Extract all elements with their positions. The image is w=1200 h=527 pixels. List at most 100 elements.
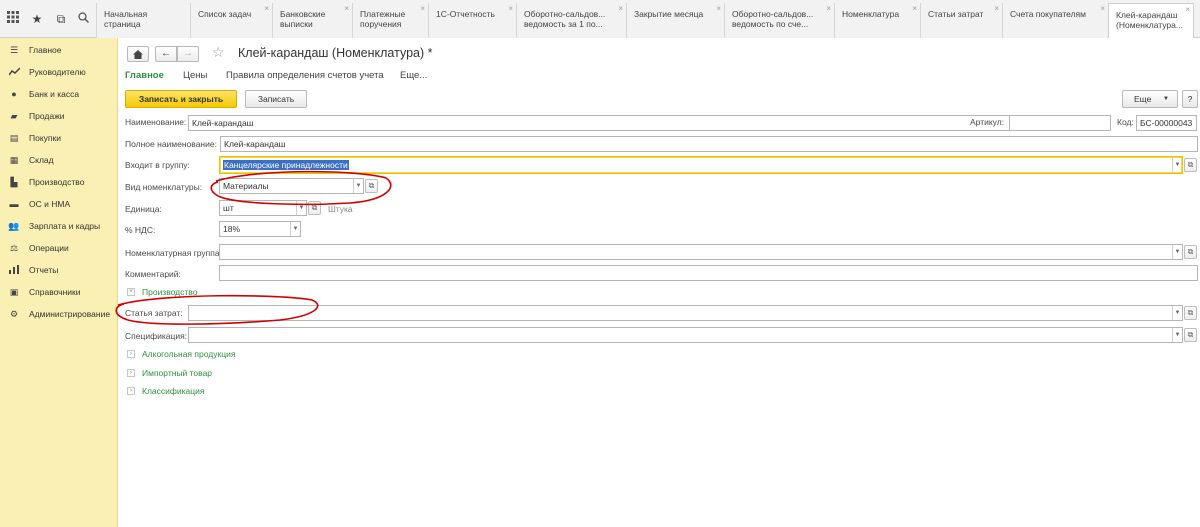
- tab-prices[interactable]: Цены: [183, 70, 207, 81]
- cost-item-input[interactable]: ▼: [188, 305, 1183, 321]
- code-label: Код:: [1117, 117, 1134, 127]
- close-icon[interactable]: ×: [716, 4, 721, 14]
- sidebar-item-bank[interactable]: ● Банк и касса: [0, 85, 118, 103]
- sidebar-item-label: Зарплата и кадры: [29, 221, 101, 231]
- section-classification[interactable]: › Классификация: [127, 386, 204, 396]
- tab-task-list[interactable]: Список задач ×: [190, 3, 272, 38]
- chevron-down-icon[interactable]: ▼: [1172, 306, 1182, 320]
- close-icon[interactable]: ×: [618, 4, 623, 14]
- more-actions-button[interactable]: Еще ▼: [1122, 90, 1178, 108]
- article-label: Артикул:: [970, 117, 1005, 127]
- history-icon[interactable]: ⧉: [52, 10, 70, 28]
- section-production-label: Производство: [142, 287, 198, 297]
- section-alcohol[interactable]: › Алкогольная продукция: [127, 349, 235, 359]
- favorite-star-icon[interactable]: ☆: [212, 44, 225, 61]
- open-icon[interactable]: ⧉: [1184, 245, 1197, 259]
- chevron-down-icon[interactable]: ▼: [296, 201, 306, 215]
- sidebar-item-operations[interactable]: ⚖ Операции: [0, 239, 118, 257]
- close-icon[interactable]: ×: [264, 4, 269, 14]
- spec-input[interactable]: ▼: [188, 327, 1183, 343]
- open-icon[interactable]: ⧉: [1184, 306, 1197, 320]
- sidebar-item-salary[interactable]: 👥 Зарплата и кадры: [0, 217, 118, 235]
- back-button[interactable]: ←: [155, 46, 177, 62]
- tab-payment-orders[interactable]: Платежные поручения ×: [352, 3, 428, 38]
- tab-month-closing[interactable]: Закрытие месяца ×: [626, 3, 724, 38]
- tab-bar: ★ ⧉ Начальная страница Список задач × Бан…: [0, 0, 1200, 39]
- page-title: Клей-карандаш (Номенклатура) *: [238, 46, 433, 60]
- forward-button[interactable]: →: [177, 46, 199, 62]
- close-icon[interactable]: ×: [826, 4, 831, 14]
- comment-input[interactable]: [219, 265, 1198, 281]
- truck-icon: ▬: [9, 199, 19, 209]
- chevron-down-icon[interactable]: ▼: [1172, 245, 1182, 259]
- sidebar-item-admin[interactable]: ⚙ Администрирование: [0, 305, 118, 323]
- tab-glue-stick[interactable]: Клей-карандаш (Номенклатура... ×: [1108, 3, 1194, 39]
- tab-turnover-sheet-1[interactable]: Оборотно-сальдов... ведомость за 1 по...…: [516, 3, 626, 38]
- save-and-close-button[interactable]: Записать и закрыть: [125, 90, 237, 108]
- sidebar-item-purchases[interactable]: ▤ Покупки: [0, 129, 118, 147]
- unit-input[interactable]: шт ▼: [219, 200, 307, 216]
- tab-account-rules[interactable]: Правила определения счетов учета: [226, 70, 384, 81]
- sidebar-item-fixed-assets[interactable]: ▬ ОС и НМА: [0, 195, 118, 213]
- tab-main[interactable]: Главное: [125, 70, 164, 81]
- close-icon[interactable]: ×: [508, 4, 513, 14]
- sidebar-item-catalogs[interactable]: ▣ Справочники: [0, 283, 118, 301]
- help-button[interactable]: ?: [1182, 90, 1198, 108]
- tab-1c-reporting[interactable]: 1С-Отчетность ×: [428, 3, 516, 38]
- apps-grid-icon[interactable]: [4, 10, 22, 28]
- sidebar-item-main[interactable]: ☰ Главное: [0, 41, 118, 59]
- favorites-star-icon[interactable]: ★: [28, 10, 46, 28]
- section-production[interactable]: ˅ Производство: [127, 287, 197, 297]
- sidebar-item-sales[interactable]: ▰ Продажи: [0, 107, 118, 125]
- open-icon[interactable]: ⧉: [308, 201, 321, 215]
- sidebar-item-label: ОС и НМА: [29, 199, 71, 209]
- sidebar-item-manager[interactable]: Руководителю: [0, 63, 118, 81]
- tab-nomenclature[interactable]: Номенклатура ×: [834, 3, 920, 38]
- chevron-down-icon[interactable]: ▼: [1172, 328, 1182, 342]
- open-icon[interactable]: ⧉: [365, 179, 378, 193]
- tab-more[interactable]: Еще...: [400, 70, 427, 81]
- save-button[interactable]: Записать: [245, 90, 307, 108]
- fullname-input[interactable]: Клей-карандаш: [220, 136, 1198, 152]
- tab-turnover-sheet-2[interactable]: Оборотно-сальдов... ведомость по сче... ×: [724, 3, 834, 38]
- code-input[interactable]: БС-00000043: [1136, 115, 1197, 131]
- close-icon[interactable]: ×: [344, 4, 349, 14]
- section-import[interactable]: › Импортный товар: [127, 368, 212, 378]
- home-icon: [133, 50, 143, 59]
- close-icon[interactable]: ×: [420, 4, 425, 14]
- search-icon[interactable]: [74, 10, 92, 28]
- close-icon[interactable]: ×: [1185, 5, 1190, 15]
- people-icon: 👥: [8, 220, 20, 231]
- vat-input[interactable]: 18% ▼: [219, 221, 301, 237]
- gear-icon: ⚙: [9, 308, 19, 319]
- sidebar-item-production[interactable]: ▙ Производство: [0, 173, 118, 191]
- unit-label: Единица:: [125, 204, 162, 214]
- group-input[interactable]: Канцелярские принадлежности ▼: [219, 156, 1183, 174]
- article-input[interactable]: [1009, 115, 1111, 131]
- sidebar-item-reports[interactable]: Отчеты: [0, 261, 118, 279]
- bar-chart-icon: [7, 264, 21, 276]
- sidebar-item-warehouse[interactable]: ▦ Склад: [0, 151, 118, 169]
- type-value: Материалы: [223, 181, 269, 191]
- tab-home[interactable]: Начальная страница: [96, 3, 190, 38]
- book-icon: ▣: [9, 286, 19, 297]
- close-icon[interactable]: ×: [1100, 4, 1105, 14]
- open-icon[interactable]: ⧉: [1184, 328, 1197, 342]
- sidebar-item-label: Покупки: [29, 133, 61, 143]
- open-icon[interactable]: ⧉: [1184, 158, 1197, 172]
- close-icon[interactable]: ×: [994, 4, 999, 14]
- chevron-down-icon[interactable]: ▼: [290, 222, 300, 236]
- name-input[interactable]: Клей-карандаш: [188, 115, 1065, 131]
- nomgroup-input[interactable]: ▼: [219, 244, 1183, 260]
- chevron-down-icon[interactable]: ▼: [353, 179, 363, 193]
- chevron-down-icon[interactable]: ▼: [1172, 157, 1182, 173]
- arrow-left-icon: ←: [161, 48, 171, 59]
- close-icon[interactable]: ×: [912, 4, 917, 14]
- search-icon: [77, 12, 89, 23]
- tab-customer-invoices[interactable]: Счета покупателям ×: [1002, 3, 1108, 38]
- tab-cost-items[interactable]: Статьи затрат ×: [920, 3, 1002, 38]
- home-button[interactable]: [127, 46, 149, 62]
- tab-bank-statements[interactable]: Банковские выписки ×: [272, 3, 352, 38]
- vat-label: % НДС:: [125, 225, 156, 235]
- type-input[interactable]: Материалы ▼: [219, 178, 364, 194]
